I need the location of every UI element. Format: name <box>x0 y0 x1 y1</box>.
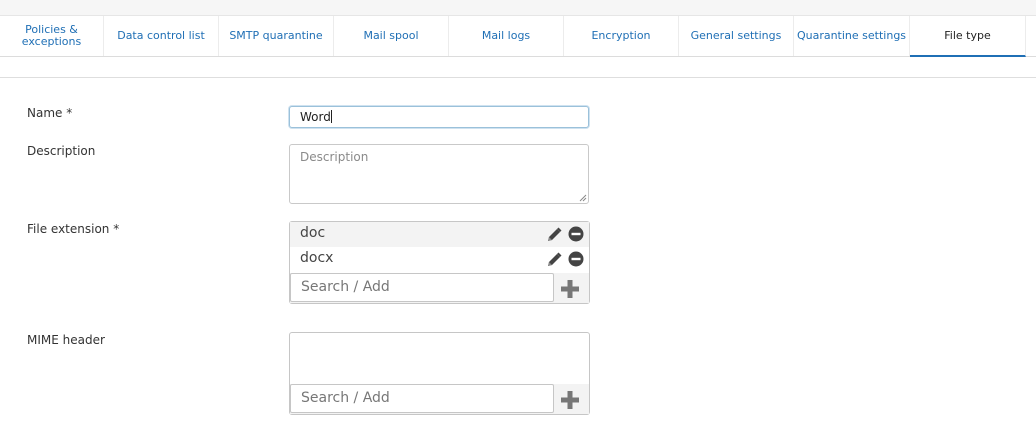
text-caret <box>330 110 332 123</box>
tab-data-control-list[interactable]: Data control list <box>104 16 219 56</box>
divider <box>0 77 1036 78</box>
tab-file-type[interactable]: File type <box>910 16 1026 57</box>
name-input[interactable]: Word <box>289 106 589 128</box>
list-item: docx <box>290 247 589 272</box>
name-label: Name * <box>27 106 73 120</box>
tab-mail-spool[interactable]: Mail spool <box>334 16 449 56</box>
tab-bar: Policies & exceptions Data control list … <box>0 15 1036 57</box>
minus-circle-icon[interactable] <box>568 226 584 242</box>
minus-circle-icon[interactable] <box>568 251 584 267</box>
mime-header-list: Search / Add <box>289 332 590 415</box>
pencil-icon[interactable] <box>545 226 563 244</box>
name-value: Word <box>300 110 331 124</box>
file-extension-label: File extension * <box>27 222 120 236</box>
tab-quarantine-settings[interactable]: Quarantine settings <box>794 16 910 56</box>
tab-smtp-quarantine[interactable]: SMTP quarantine <box>219 16 334 56</box>
tab-policies-exceptions[interactable]: Policies & exceptions <box>0 16 104 56</box>
mime-header-search-input[interactable]: Search / Add <box>290 384 554 413</box>
top-strip <box>0 0 1036 16</box>
plus-icon[interactable] <box>560 279 580 299</box>
file-extension-list: doc docx Search / Add <box>289 221 590 304</box>
list-item: doc <box>290 222 589 247</box>
description-placeholder: Description <box>300 150 369 164</box>
resize-handle-icon[interactable] <box>579 194 587 202</box>
plus-icon[interactable] <box>560 390 580 410</box>
tab-encryption[interactable]: Encryption <box>564 16 679 56</box>
file-extension-value: doc <box>300 225 326 241</box>
mime-header-search-row: Search / Add <box>290 384 589 414</box>
tab-mail-logs[interactable]: Mail logs <box>449 16 564 56</box>
file-extension-search-row: Search / Add <box>290 273 589 303</box>
tab-general-settings[interactable]: General settings <box>679 16 794 56</box>
description-textarea[interactable]: Description <box>289 144 589 204</box>
file-extension-search-input[interactable]: Search / Add <box>290 273 554 302</box>
file-extension-value: docx <box>300 250 334 266</box>
mime-header-label: MIME header <box>27 333 105 347</box>
pencil-icon[interactable] <box>545 251 563 269</box>
description-label: Description <box>27 144 96 158</box>
